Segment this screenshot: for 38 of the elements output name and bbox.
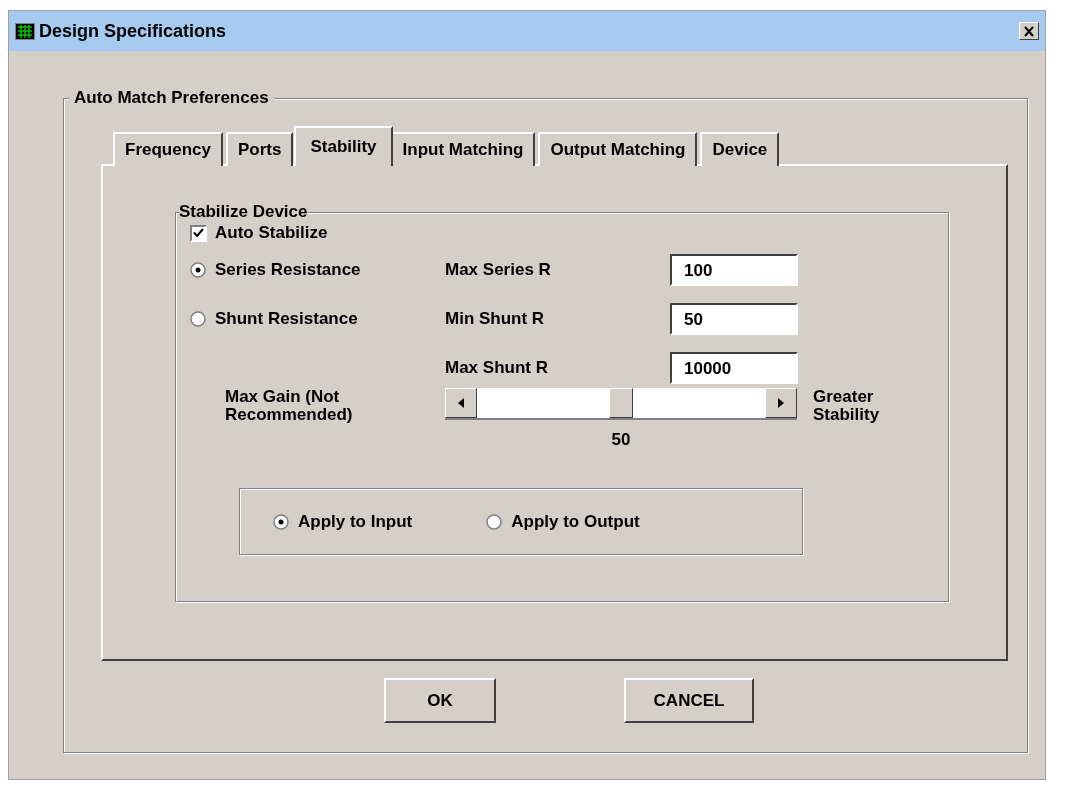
input-field[interactable]: 10000 xyxy=(670,351,798,384)
tab[interactable]: Input Matching xyxy=(390,132,536,166)
radio-button[interactable] xyxy=(486,513,503,530)
radio-label: Shunt Resistance xyxy=(215,308,358,329)
right-arrow-button[interactable] xyxy=(765,388,797,418)
close-button[interactable] xyxy=(1019,22,1039,40)
radio-label: Apply to Input xyxy=(298,511,413,532)
slider-label: Max Gain (Not Recommended) xyxy=(225,388,354,424)
slider-value: 50 xyxy=(611,430,631,450)
tab[interactable]: Device xyxy=(700,132,780,166)
slider-thumb[interactable] xyxy=(609,388,633,418)
field-label: Min Shunt R xyxy=(445,308,546,329)
radio-button[interactable] xyxy=(190,310,206,327)
checkbox-label: Auto Stabilize xyxy=(215,223,328,243)
field-label: Max Series R xyxy=(445,259,552,280)
tab[interactable]: Stability xyxy=(294,126,393,166)
checkbox[interactable] xyxy=(190,224,207,242)
check-icon xyxy=(193,228,204,238)
slider-track[interactable] xyxy=(445,388,797,420)
cancel-button[interactable]: CANCEL xyxy=(624,678,754,723)
right-arrow-icon xyxy=(778,398,784,408)
tab[interactable]: Output Matching xyxy=(538,132,698,166)
radio-label: Series Resistance xyxy=(215,259,361,280)
tab[interactable]: Ports xyxy=(226,132,294,166)
input-field[interactable]: 50 xyxy=(670,302,798,335)
left-arrow-button[interactable] xyxy=(445,388,477,418)
radio-button[interactable] xyxy=(190,261,206,278)
window-title: Design Specifications xyxy=(39,20,228,42)
slider-label: Greater Stability xyxy=(813,388,881,424)
grid-icon xyxy=(15,22,35,40)
left-arrow-icon xyxy=(458,398,464,408)
field-label: Max Shunt R xyxy=(445,357,549,378)
input-field[interactable]: 100 xyxy=(670,253,798,286)
tab[interactable]: Frequency xyxy=(113,132,223,166)
radio-button[interactable] xyxy=(273,513,289,530)
ok-button[interactable]: OK xyxy=(384,678,496,723)
radio-label: Apply to Output xyxy=(511,511,640,532)
close-icon xyxy=(1023,25,1035,37)
